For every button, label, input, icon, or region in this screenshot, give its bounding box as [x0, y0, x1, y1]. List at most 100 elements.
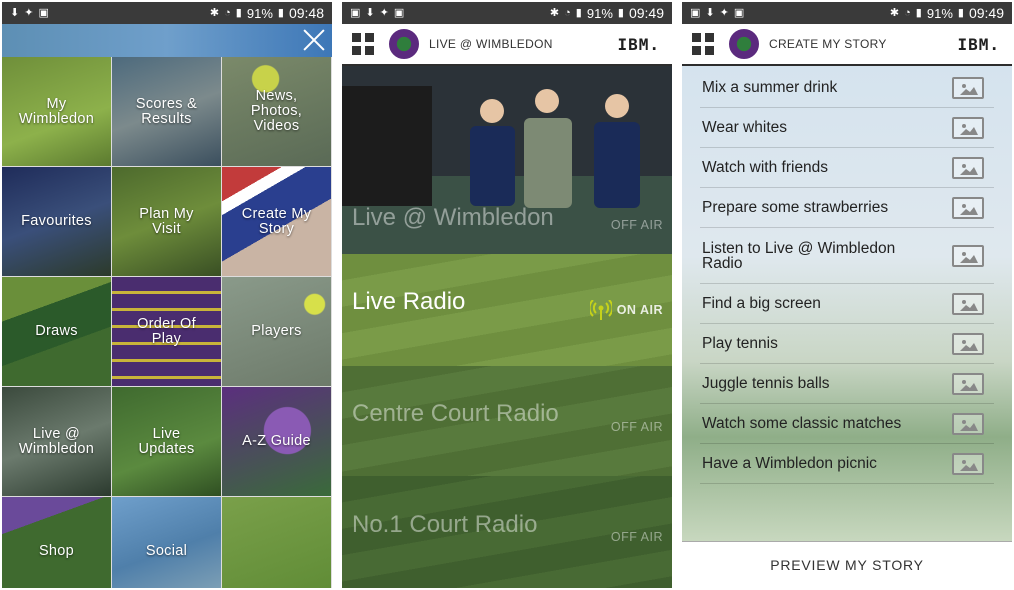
- wifi-icon: ◔: [904, 6, 911, 19]
- signal-icon: ▮: [575, 6, 582, 19]
- panel-status: OFF AIR: [610, 530, 663, 544]
- menu-tile-label: Social: [145, 543, 188, 559]
- menu-tile-label: Favourites: [21, 213, 92, 229]
- panel-centre-court-radio[interactable]: Centre Court Radio OFF AIR: [342, 366, 672, 476]
- phone-live-screen: ▣ ⬇ ✦ ▣ ✱ ◔ ▮ 91% ▮ 09:49 LIVE @ WIMBLED…: [342, 2, 672, 588]
- story-item[interactable]: Juggle tennis balls: [700, 364, 994, 404]
- gallery-icon: ▣: [393, 6, 405, 19]
- wifi-icon: ◔: [224, 6, 231, 19]
- battery-icon: ▮: [957, 6, 964, 19]
- menu-tile-my-wimbledon[interactable]: My Wimbledon: [2, 57, 111, 166]
- panel-status: OFF AIR: [610, 218, 663, 232]
- menu-tile-social[interactable]: Social: [112, 497, 221, 588]
- story-item-label: Wear whites: [702, 119, 787, 136]
- menu-tile-plan-my-visit[interactable]: Plan My Visit: [112, 167, 221, 276]
- story-item-label: Play tennis: [702, 335, 778, 352]
- story-item[interactable]: Wear whites: [700, 108, 994, 148]
- story-item-label: Have a Wimbledon picnic: [702, 455, 877, 472]
- panel-title: Live @ Wimbledon: [352, 204, 554, 231]
- download-icon: ⬇: [10, 6, 20, 19]
- menu-tile-label: Create My Story: [241, 205, 312, 237]
- phone-menu-screen: ⬇ ✦ ▣ ✱ ◔ ▮ 91% ▮ 09:48 My Wimbledon Scor…: [2, 2, 332, 588]
- menu-tile-draws[interactable]: Draws: [2, 277, 111, 386]
- app-header: CREATE MY STORY IBM.: [682, 24, 1012, 66]
- panel-no1-court-radio[interactable]: No.1 Court Radio OFF AIR: [342, 476, 672, 588]
- story-item[interactable]: Find a big screen: [700, 284, 994, 324]
- menu-tile-shop[interactable]: Shop: [2, 497, 111, 588]
- menu-tile-order-of-play[interactable]: Order Of Play: [112, 277, 221, 386]
- menu-tile-favourites[interactable]: Favourites: [2, 167, 111, 276]
- menu-tile-a-z-guide[interactable]: A-Z Guide: [222, 387, 331, 496]
- menu-tile-label: Live Updates: [138, 425, 195, 457]
- battery-icon: ▮: [617, 6, 624, 19]
- grid-menu-icon[interactable]: [692, 33, 714, 55]
- menu-tile-empty: [222, 497, 331, 588]
- status-bar: ▣ ⬇ ✦ ▣ ✱ ◔ ▮ 91% ▮ 09:49: [682, 2, 1012, 24]
- menu-tile-label: Plan My Visit: [139, 205, 194, 237]
- preview-story-button[interactable]: PREVIEW MY STORY: [682, 541, 1012, 588]
- image-icon[interactable]: [952, 332, 984, 355]
- story-item[interactable]: Listen to Live @ Wimbledon Radio: [700, 228, 994, 284]
- story-item[interactable]: Watch some classic matches: [700, 404, 994, 444]
- menu-tile-live-updates[interactable]: Live Updates: [112, 387, 221, 496]
- story-item[interactable]: Prepare some strawberries: [700, 188, 994, 228]
- image-icon[interactable]: [952, 452, 984, 475]
- menu-tile-label: Order Of Play: [137, 315, 196, 347]
- panel-status: ON AIR: [616, 303, 663, 317]
- broadcast-icon: [589, 300, 612, 320]
- twitter-icon: ✦: [719, 6, 729, 19]
- clock: 09:49: [628, 5, 664, 21]
- panel-title: Centre Court Radio: [352, 400, 559, 427]
- twitter-icon: ✦: [24, 6, 34, 19]
- menu-tile-create-my-story[interactable]: Create My Story: [222, 167, 331, 276]
- on-air-status: ON AIR: [589, 300, 663, 320]
- close-icon[interactable]: [301, 27, 327, 53]
- story-item[interactable]: Play tennis: [700, 324, 994, 364]
- image-icon[interactable]: [952, 372, 984, 395]
- image-icon[interactable]: [952, 76, 984, 99]
- gallery-icon: ▣: [38, 6, 49, 19]
- panel-live-radio[interactable]: Live Radio ON AIR: [342, 254, 672, 366]
- story-item-label: Mix a summer drink: [702, 79, 838, 96]
- signal-icon: ▮: [235, 6, 242, 19]
- image-icon[interactable]: [952, 244, 984, 267]
- bluetooth-icon: ✱: [889, 6, 900, 19]
- menu-tile-label: Players: [251, 323, 302, 339]
- image-icon[interactable]: [952, 292, 984, 315]
- wimbledon-logo: [729, 29, 759, 59]
- story-list: Mix a summer drink Wear whites Watch with …: [700, 68, 994, 484]
- menu-tile-news-photos-videos[interactable]: News, Photos, Videos: [222, 57, 331, 166]
- story-item[interactable]: Mix a summer drink: [700, 68, 994, 108]
- ibm-logo: IBM.: [617, 34, 660, 54]
- menu-tile-players[interactable]: Players: [222, 277, 331, 386]
- story-item[interactable]: Have a Wimbledon picnic: [700, 444, 994, 484]
- download-icon: ⬇: [365, 6, 375, 19]
- gallery-icon: ▣: [733, 6, 745, 19]
- signal-icon: ▮: [915, 6, 922, 19]
- panel-title: Live Radio: [352, 288, 466, 315]
- story-item-label: Find a big screen: [702, 295, 821, 312]
- story-item[interactable]: Watch with friends: [700, 148, 994, 188]
- menu-tile-label: Draws: [35, 323, 78, 339]
- menu-tile-scores-results[interactable]: Scores & Results: [112, 57, 221, 166]
- menu-tile-label: Scores & Results: [135, 95, 198, 127]
- app-header: LIVE @ WIMBLEDON IBM.: [342, 24, 672, 66]
- battery-percent: 91%: [246, 5, 273, 21]
- menu-tile-label: Live @ Wimbledon: [18, 425, 95, 457]
- story-item-label: Juggle tennis balls: [702, 375, 830, 392]
- story-item-label: Listen to Live @ Wimbledon Radio: [702, 239, 896, 272]
- image-icon[interactable]: [952, 156, 984, 179]
- menu-tile-label: Shop: [38, 543, 75, 559]
- clock: 09:49: [968, 5, 1004, 21]
- bluetooth-icon: ✱: [209, 6, 220, 19]
- image-icon[interactable]: [952, 116, 984, 139]
- image-icon[interactable]: [952, 196, 984, 219]
- menu-tile-label: News, Photos, Videos: [250, 88, 303, 134]
- image-icon[interactable]: [952, 412, 984, 435]
- download-icon: ⬇: [705, 6, 715, 19]
- grid-menu-icon[interactable]: [352, 33, 374, 55]
- menu-tile-label: A-Z Guide: [242, 433, 311, 449]
- story-item-label: Prepare some strawberries: [702, 199, 889, 216]
- menu-tile-live-at-wimbledon[interactable]: Live @ Wimbledon: [2, 387, 111, 496]
- panel-live-at-wimbledon[interactable]: Live @ Wimbledon OFF AIR: [342, 66, 672, 254]
